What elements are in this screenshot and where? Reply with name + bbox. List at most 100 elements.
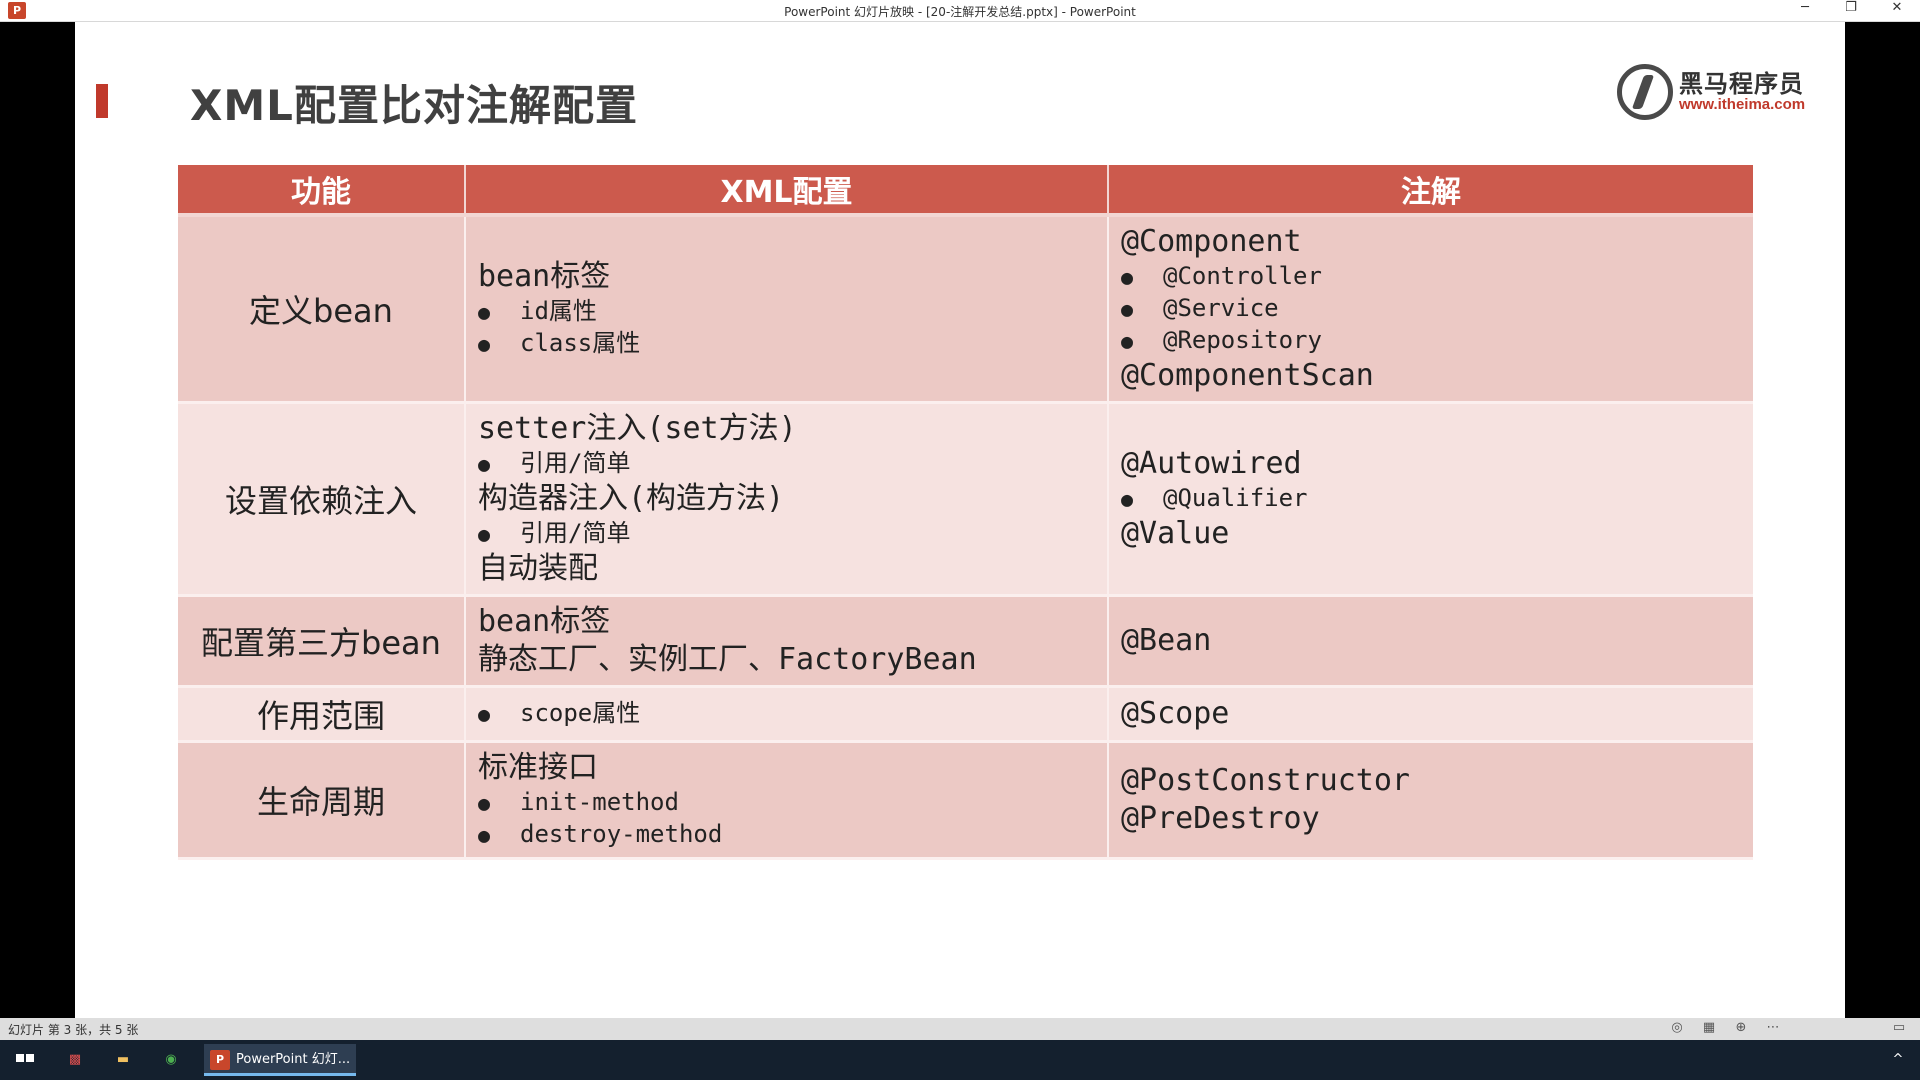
powerpoint-taskbar-icon: P xyxy=(210,1049,230,1070)
header-function: 功能 xyxy=(178,165,466,217)
bullet-text: scope属性 xyxy=(520,699,641,727)
slide[interactable]: XML配置比对注解配置 黑马程序员 www.itheima.com 功能 XML… xyxy=(75,22,1845,1027)
function-cell: 设置依赖注入 xyxy=(178,402,466,597)
more-options-icon[interactable]: ⋯ xyxy=(1764,1020,1782,1038)
bullet-item: ● @Qualifier xyxy=(1121,483,1741,515)
logo-name: 黑马程序员 xyxy=(1679,70,1804,98)
table-row: 设置依赖注入 setter注入(set方法) ● 引用/简单 构造器注入(构造方法) ● 引… xyxy=(178,402,1753,597)
tray-chevron-up-icon[interactable]: ^ xyxy=(1886,1044,1910,1076)
xml-config-cell: bean标签 静态工厂、实例工厂、FactoryBean xyxy=(465,595,1109,688)
bullet-icon: ● xyxy=(478,300,491,324)
function-cell: 作用范围 xyxy=(178,686,466,743)
bullet-item: ● @Repository xyxy=(1121,325,1741,357)
bullet-text: 引用/简单 xyxy=(520,519,631,547)
table-row: 配置第三方bean bean标签 静态工厂、实例工厂、FactoryBean @Bea… xyxy=(178,595,1753,688)
logo-url: www.itheima.com xyxy=(1679,96,1806,113)
file-explorer-icon[interactable]: ▬ xyxy=(108,1044,138,1076)
slide-title: XML配置比对注解配置 xyxy=(190,81,638,130)
cell-line: 自动装配 xyxy=(478,551,598,586)
xml-config-cell: setter注入(set方法) ● 引用/简单 构造器注入(构造方法) ● 引用/简单 自动… xyxy=(465,402,1109,597)
cell-line: bean标签 xyxy=(478,604,611,639)
itheima-logo: 黑马程序员 www.itheima.com xyxy=(1617,62,1807,124)
header-xml: XML配置 xyxy=(465,165,1109,217)
taskbar-powerpoint-button[interactable]: P PowerPoint 幻灯... xyxy=(204,1044,356,1076)
minimize-button[interactable]: ─ xyxy=(1782,0,1828,22)
cell-line: @Value xyxy=(1121,516,1230,551)
display-settings-icon[interactable]: ▭ xyxy=(1890,1020,1908,1038)
bullet-icon: ● xyxy=(478,702,491,726)
table-row: 作用范围 ● scope属性 @Scope xyxy=(178,686,1753,743)
slideshow-stage: XML配置比对注解配置 黑马程序员 www.itheima.com 功能 XML… xyxy=(0,22,1920,1027)
table-row: 定义bean bean标签 ● id属性 ● class属性 @Component ● @Con… xyxy=(178,215,1753,404)
taskbar-powerpoint-label: PowerPoint 幻灯... xyxy=(236,1052,351,1067)
xml-config-cell: ● scope属性 xyxy=(465,686,1109,743)
cell-line: @ComponentScan xyxy=(1121,358,1374,393)
header-annotation: 注解 xyxy=(1108,165,1753,217)
status-bar: 幻灯片 第 3 张，共 5 张 ◎ ▦ ⊕ ⋯ ▭ xyxy=(0,1018,1920,1040)
bullet-text: @Controller xyxy=(1163,262,1322,290)
title-accent-bar xyxy=(96,84,108,118)
start-windows-icon[interactable] xyxy=(10,1044,40,1076)
bullet-icon: ● xyxy=(478,522,491,546)
xml-config-cell: bean标签 ● id属性 ● class属性 xyxy=(465,215,1109,404)
xml-config-cell: 标准接口 ● init-method ● destroy-method xyxy=(465,741,1109,860)
bullet-icon: ● xyxy=(1121,329,1134,353)
pen-tool-icon[interactable]: ◎ xyxy=(1668,1020,1686,1038)
cell-line: @Autowired xyxy=(1121,446,1302,481)
bullet-item: ● id属性 xyxy=(478,296,1095,328)
restore-button[interactable]: ❐ xyxy=(1828,0,1874,22)
cell-line: 标准接口 xyxy=(478,750,598,785)
cell-line: @PreDestroy xyxy=(1121,801,1320,836)
zoom-icon[interactable]: ⊕ xyxy=(1732,1020,1750,1038)
bullet-text: init-method xyxy=(520,788,679,816)
slide-counter: 幻灯片 第 3 张，共 5 张 xyxy=(8,1023,139,1037)
close-button[interactable]: ✕ xyxy=(1874,0,1920,22)
bullet-text: @Qualifier xyxy=(1163,484,1308,512)
cell-line: 静态工厂、实例工厂、FactoryBean xyxy=(478,642,977,677)
annotation-cell: @Bean xyxy=(1108,595,1753,688)
cell-line: @Bean xyxy=(1121,623,1212,658)
table-header-row: 功能 XML配置 注解 xyxy=(178,165,1753,217)
bullet-text: destroy-method xyxy=(520,820,723,848)
bullet-item: ● destroy-method xyxy=(478,819,1095,851)
slides-grid-icon[interactable]: ▦ xyxy=(1700,1020,1718,1038)
bullet-icon: ● xyxy=(1121,297,1134,321)
bullet-item: ● init-method xyxy=(478,787,1095,819)
bullet-icon: ● xyxy=(478,823,491,847)
cell-line: @Component xyxy=(1121,224,1302,259)
annotation-cell: @Component ● @Controller ● @Service ● @Reposit… xyxy=(1108,215,1753,404)
cell-line: setter注入(set方法) xyxy=(478,411,797,446)
bullet-item: ● @Controller xyxy=(1121,261,1741,293)
cell-line: bean标签 xyxy=(478,259,611,294)
cell-line: 构造器注入(构造方法) xyxy=(478,481,785,516)
bullet-icon: ● xyxy=(478,452,491,476)
annotation-cell: @PostConstructor @PreDestroy xyxy=(1108,741,1753,860)
bullet-item: ● 引用/简单 xyxy=(478,518,1095,550)
windows-taskbar: ▩ ▬ ◉ P PowerPoint 幻灯... ^ xyxy=(0,1040,1920,1080)
table-row: 生命周期 标准接口 ● init-method ● destroy-method @Post… xyxy=(178,741,1753,860)
bullet-item: ● 引用/简单 xyxy=(478,448,1095,480)
bullet-icon: ● xyxy=(478,791,491,815)
bullet-item: ● class属性 xyxy=(478,328,1095,360)
bullet-icon: ● xyxy=(478,332,491,356)
bullet-icon: ● xyxy=(1121,487,1134,511)
window-titlebar: P PowerPoint 幻灯片放映 - [20-注解开发总结.pptx] - … xyxy=(0,0,1920,22)
logo-horse-icon xyxy=(1617,64,1673,120)
app-grid-icon[interactable]: ▩ xyxy=(60,1044,90,1076)
window-title: PowerPoint 幻灯片放映 - [20-注解开发总结.pptx] - Po… xyxy=(784,5,1136,19)
annotation-cell: @Scope xyxy=(1108,686,1753,743)
bullet-item: ● @Service xyxy=(1121,293,1741,325)
function-cell: 生命周期 xyxy=(178,741,466,860)
bullet-item: ● scope属性 xyxy=(478,698,1095,730)
annotation-cell: @Autowired ● @Qualifier @Value xyxy=(1108,402,1753,597)
function-cell: 定义bean xyxy=(178,215,466,404)
function-cell: 配置第三方bean xyxy=(178,595,466,688)
bullet-text: id属性 xyxy=(520,297,597,325)
cell-line: @Scope xyxy=(1121,696,1230,731)
bullet-icon: ● xyxy=(1121,265,1134,289)
comparison-table: 功能 XML配置 注解 定义bean bean标签 ● id属性 ● class属性 @Co… xyxy=(178,165,1753,860)
bullet-text: @Service xyxy=(1163,294,1279,322)
cell-line: @PostConstructor xyxy=(1121,763,1410,798)
chrome-icon[interactable]: ◉ xyxy=(156,1044,186,1076)
bullet-text: class属性 xyxy=(520,329,641,357)
